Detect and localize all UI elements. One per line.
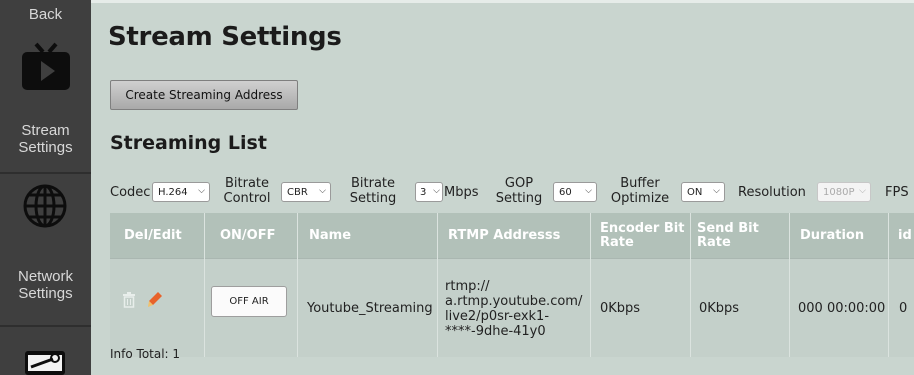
codec-select[interactable]: H.264 ⌵ — [152, 182, 210, 202]
column-divider — [437, 213, 438, 357]
sidebar-item-label: Network — [17, 268, 73, 285]
sidebar-divider — [0, 325, 91, 327]
rtmp-line: ****-9dhe-41y0 — [445, 323, 546, 339]
info-total: Info Total: 1 — [110, 347, 181, 361]
stream-name: Youtube_Streaming — [307, 301, 433, 316]
sidebar: Back Stream Settings Network Settings — [0, 0, 91, 375]
resolution-value: 1080P — [823, 186, 855, 198]
column-header-rtmp-address: RTMP Addresss — [448, 227, 561, 243]
column-divider — [789, 213, 790, 357]
resolution-select[interactable]: 1080P ⌵ — [817, 182, 871, 202]
chevron-down-icon: ⌵ — [585, 186, 592, 196]
bitrate-setting-value: 3 — [420, 186, 427, 198]
column-header-name: Name — [309, 227, 352, 243]
chevron-down-icon: ⌵ — [433, 186, 440, 196]
label-line: Setting — [349, 191, 397, 206]
table-row: OFF AIR Youtube_Streaming rtmp:// a.rtmp… — [110, 258, 914, 357]
header-line: Rate — [600, 234, 634, 250]
tv-play-icon[interactable] — [22, 22, 70, 98]
header-line: Send Bit — [697, 220, 759, 236]
duration: 000 00:00:00 — [798, 301, 886, 316]
label-line: Bitrate — [350, 176, 396, 191]
column-divider — [297, 213, 298, 357]
fps-label: FPS — [885, 185, 909, 200]
sidebar-item-stream-settings[interactable]: Stream Settings — [0, 122, 91, 156]
bitrate-setting-label: Bitrate Setting — [348, 176, 398, 206]
column-divider — [590, 213, 591, 357]
page-title: Stream Settings — [108, 22, 342, 52]
back-link[interactable]: Back — [0, 6, 91, 23]
streaming-list-heading: Streaming List — [110, 132, 267, 154]
sidebar-divider — [0, 172, 91, 174]
top-divider — [91, 0, 914, 3]
column-header-id: id — [898, 227, 912, 243]
column-divider — [888, 213, 889, 357]
bitrate-control-value: CBR — [287, 186, 308, 198]
sidebar-item-network-settings[interactable]: Network Settings — [0, 268, 91, 302]
sidebar-item-label: Settings — [18, 285, 73, 302]
resolution-label: Resolution — [738, 185, 806, 200]
codec-value: H.264 — [158, 186, 188, 198]
gop-setting-label: GOP Setting — [494, 176, 544, 206]
bitrate-control-label: Bitrate Control — [222, 176, 272, 206]
chevron-down-icon: ⌵ — [713, 186, 720, 196]
column-header-duration: Duration — [800, 227, 865, 243]
label-line: Buffer — [620, 176, 660, 191]
edit-pencil-icon[interactable] — [147, 291, 163, 309]
bitrate-setting-select[interactable]: 3 ⌵ — [415, 182, 443, 202]
off-air-button[interactable]: OFF AIR — [211, 286, 287, 317]
rtmp-address: rtmp:// a.rtmp.youtube.com/ live2/p0sr-e… — [445, 259, 582, 358]
buffer-optimize-label: Buffer Optimize — [610, 176, 670, 206]
column-header-del-edit: Del/Edit — [124, 227, 182, 243]
label-line: Setting — [495, 191, 543, 206]
gop-setting-select[interactable]: 60 ⌵ — [553, 182, 597, 202]
rtmp-line: a.rtmp.youtube.com/ — [445, 293, 583, 309]
label-line: GOP — [504, 176, 534, 191]
create-streaming-address-button[interactable]: Create Streaming Address — [110, 80, 298, 110]
column-header-encoder-bit-rate: Encoder Bit Rate — [600, 213, 684, 258]
tool-icon[interactable] — [25, 347, 65, 375]
label-line: Control — [223, 191, 271, 206]
column-divider — [690, 213, 691, 357]
column-header-on-off: ON/OFF — [220, 227, 276, 243]
rtmp-line: live2/p0sr-exk1- — [445, 308, 550, 324]
buffer-optimize-value: ON — [687, 186, 703, 198]
bitrate-unit: Mbps — [444, 185, 479, 200]
column-header-send-bit-rate: Send Bit Rate — [697, 213, 759, 258]
rtmp-line: rtmp:// — [445, 278, 490, 294]
stream-id: 0 — [899, 301, 908, 316]
table-header: Del/Edit ON/OFF Name RTMP Addresss Encod… — [110, 213, 914, 258]
encoder-bit-rate: 0Kbps — [600, 301, 641, 316]
column-divider — [204, 213, 205, 357]
chevron-down-icon: ⌵ — [319, 186, 326, 196]
chevron-down-icon: ⌵ — [198, 186, 205, 196]
chevron-down-icon: ⌵ — [859, 186, 866, 196]
trash-icon[interactable] — [122, 292, 136, 308]
bitrate-control-select[interactable]: CBR ⌵ — [281, 182, 331, 202]
label-line: Bitrate — [224, 176, 270, 191]
stream-controls: Codec H.264 ⌵ Bitrate Control CBR ⌵ Bitr… — [110, 173, 914, 213]
buffer-optimize-select[interactable]: ON ⌵ — [681, 182, 725, 202]
codec-label: Codec — [110, 185, 151, 200]
gop-setting-value: 60 — [559, 186, 572, 198]
header-line: Rate — [697, 234, 731, 250]
sidebar-item-label: Stream — [21, 122, 70, 139]
label-line: Optimize — [610, 191, 670, 206]
globe-icon[interactable] — [22, 183, 68, 229]
send-bit-rate: 0Kbps — [699, 301, 740, 316]
header-line: Encoder Bit — [600, 220, 685, 236]
sidebar-item-label: Settings — [18, 139, 73, 156]
